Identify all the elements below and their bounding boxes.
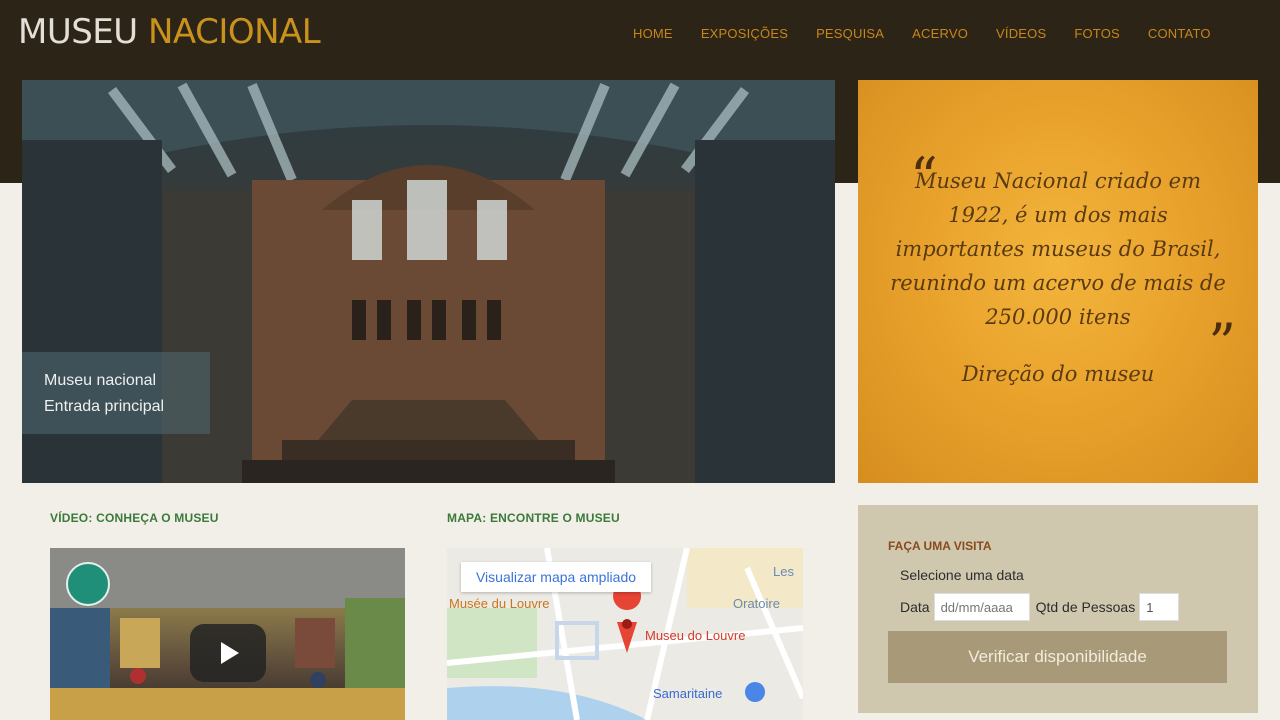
qty-input[interactable] (1139, 593, 1180, 621)
nav-pesquisa[interactable]: PESQUISA (816, 26, 884, 41)
nav-acervo[interactable]: ACERVO (912, 26, 968, 41)
quote-text: Museu Nacional criado em 1922, é um dos … (890, 169, 1226, 329)
hero-image: Museu nacional Entrada principal (22, 80, 835, 483)
date-input[interactable] (933, 593, 1030, 621)
nav-exposicoes[interactable]: EXPOSIÇÕES (701, 26, 788, 41)
visit-select-date-text: Selecione uma data (900, 567, 1024, 583)
map-section-title: MAPA: ENCONTRE O MUSEU (447, 511, 620, 525)
logo-text-museu: MUSEU (18, 12, 138, 52)
play-button[interactable] (190, 624, 266, 682)
visit-form-row: Data Qtd de Pessoas (900, 593, 1180, 621)
map-place-samaritaine: Samaritaine (653, 686, 723, 701)
video-embed[interactable] (50, 548, 405, 720)
view-larger-map-link[interactable]: Visualizar mapa ampliado (461, 562, 651, 592)
visit-title: FAÇA UMA VISITA (888, 539, 992, 553)
main-nav: HOME EXPOSIÇÕES PESQUISA ACERVO VÍDEOS F… (633, 26, 1239, 41)
video-section-title: VÍDEO: CONHEÇA O MUSEU (50, 511, 219, 525)
site-logo[interactable]: MUSEU NACIONAL (18, 12, 321, 52)
hero-caption-line1: Museu nacional (44, 372, 157, 389)
nav-videos[interactable]: VÍDEOS (996, 26, 1046, 41)
qty-label: Qtd de Pessoas (1035, 599, 1136, 615)
map-place-musee-du-louvre: Musée du Louvre (449, 596, 550, 611)
map-place-oratoire: Oratoire (733, 596, 780, 611)
channel-avatar[interactable] (66, 562, 110, 606)
date-label: Data (900, 599, 930, 615)
visit-panel: FAÇA UMA VISITA Selecione uma data Data … (858, 505, 1258, 713)
nav-home[interactable]: HOME (633, 26, 673, 41)
nav-contato[interactable]: CONTATO (1148, 26, 1211, 41)
check-availability-button[interactable]: Verificar disponibilidade (888, 631, 1227, 683)
map-place-les: Les (773, 564, 794, 579)
logo-text-nacional: NACIONAL (147, 12, 321, 52)
hero-caption-line2: Entrada principal (44, 398, 165, 415)
map-pin-label: Museu do Louvre (645, 628, 746, 643)
quote-author: Direção do museu (961, 362, 1155, 386)
map-embed[interactable]: Visualizar mapa ampliado Musée du Louvre… (447, 548, 803, 720)
nav-fotos[interactable]: FOTOS (1074, 26, 1120, 41)
hero-caption: Museu nacional Entrada principal (22, 352, 210, 434)
quote-panel: “ Museu Nacional criado em 1922, é um do… (858, 80, 1258, 483)
